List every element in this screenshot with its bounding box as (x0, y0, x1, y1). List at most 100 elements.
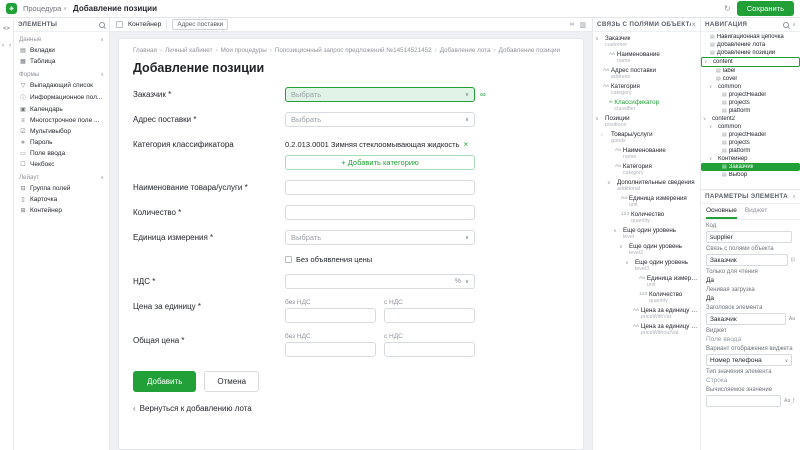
tree-chevron-icon[interactable] (631, 291, 637, 292)
remove-category-icon[interactable]: × (463, 140, 468, 149)
tree-chevron-icon[interactable] (595, 83, 601, 84)
nav-tree-row[interactable]: Навигационная цепочка (701, 33, 800, 41)
tree-chevron-icon[interactable] (607, 163, 613, 164)
tree-chevron-icon[interactable] (595, 67, 601, 68)
no-price-checkbox[interactable] (285, 256, 292, 263)
unit-select[interactable]: Выбрать ∨ (285, 230, 475, 245)
element-palette-item[interactable]: Лейаут (14, 170, 109, 183)
cancel-button[interactable]: Отмена (204, 371, 259, 392)
app-switcher[interactable]: Процедура ∨ (23, 4, 67, 13)
tree-chevron-icon[interactable] (625, 323, 631, 324)
tree-row[interactable]: Количество quantity (593, 289, 700, 305)
tree-chevron-icon[interactable] (625, 259, 631, 266)
param-control[interactable] (706, 395, 781, 407)
param-trailing-icons[interactable]: Аа (789, 316, 795, 322)
param-control[interactable]: Номер телефона (706, 354, 792, 366)
tree-row[interactable]: Еще один уровень level3 (593, 257, 700, 273)
unit-price-vat-input[interactable] (384, 308, 475, 323)
param-trailing-icons[interactable]: Ааƒ (784, 398, 795, 404)
element-palette-item[interactable]: Формы (14, 67, 109, 80)
nav-tree-row[interactable]: projects (701, 99, 800, 107)
nav-tree-row[interactable]: cover (701, 75, 800, 83)
element-palette-item[interactable]: Чекбокс (14, 159, 109, 170)
tab-basic[interactable]: Основные (706, 207, 737, 219)
tree-chevron-icon[interactable] (601, 99, 607, 100)
collapse-panel-icon[interactable]: ‹ › (1, 42, 12, 49)
quantity-input[interactable] (285, 205, 475, 220)
close-icon[interactable]: × (691, 20, 696, 29)
app-logo-icon[interactable]: ◈ (6, 3, 17, 14)
tree-chevron-icon[interactable] (607, 147, 613, 148)
tree-row[interactable]: Классификатор classifier (593, 97, 700, 113)
breadcrumb-item[interactable]: Добавление лота (432, 47, 491, 54)
unit-price-novat-input[interactable] (285, 308, 376, 323)
tree-chevron-icon[interactable] (709, 156, 714, 162)
tree-chevron-icon[interactable] (613, 195, 619, 196)
name-input[interactable] (285, 180, 475, 195)
tree-row[interactable]: Еще один уровень level2 (593, 241, 700, 257)
element-palette-item[interactable]: Поле ввода (14, 148, 109, 159)
nav-tree-row[interactable]: platform (701, 107, 800, 115)
add-category-button[interactable]: + Добавить категорию (285, 155, 475, 170)
param-control[interactable]: Заказчик (706, 254, 788, 266)
collapse-icon[interactable]: ∧ (792, 22, 796, 28)
element-palette-item[interactable]: Пароль (14, 137, 109, 148)
total-price-novat-input[interactable] (285, 342, 376, 357)
tree-chevron-icon[interactable] (595, 35, 601, 42)
tree-row[interactable]: Единица измерения unit (593, 193, 700, 209)
nav-tree-row[interactable]: platform (701, 147, 800, 155)
collapse-icon[interactable]: ∧ (792, 194, 796, 200)
tree-chevron-icon[interactable] (709, 84, 714, 90)
nav-tree-row[interactable]: Заказчик (701, 163, 800, 171)
tree-row[interactable]: Количество quantity (593, 209, 700, 225)
nav-tree-row[interactable]: projectHeader (701, 131, 800, 139)
total-price-vat-input[interactable] (384, 342, 475, 357)
tree-row[interactable]: Цена за единицу с НДС priceWithVat (593, 305, 700, 321)
element-palette-item[interactable]: Информационное пол... (14, 91, 109, 104)
breadcrumb-item[interactable]: Мои процедуры (212, 47, 266, 54)
field-link-icon[interactable]: ∞ (480, 90, 486, 99)
link-icon[interactable]: ∞ (569, 21, 574, 29)
element-palette-item[interactable]: Данные (14, 32, 109, 45)
breadcrumb-item[interactable]: Добавление позиции (491, 47, 560, 54)
tree-row[interactable]: Цена за единицу без НДС priceWithoutVat (593, 321, 700, 337)
nav-tree-row[interactable]: projects (701, 139, 800, 147)
element-palette-item[interactable]: Выпадающий список (14, 80, 109, 91)
tree-chevron-icon[interactable] (613, 211, 619, 212)
tree-chevron-icon[interactable] (601, 131, 607, 138)
nav-tree-row[interactable]: content2 (701, 115, 800, 123)
tab-widget[interactable]: Виджет (745, 207, 767, 219)
nav-tree-row[interactable]: label (701, 67, 800, 75)
element-palette-item[interactable]: Группа полей (14, 183, 109, 194)
tree-row[interactable]: Товары/услуги goods (593, 129, 700, 145)
tree-row[interactable]: Адрес поставки address (593, 65, 700, 81)
element-palette-item[interactable]: Контейнер (14, 205, 109, 216)
vat-select[interactable]: % ∨ (285, 274, 475, 289)
nav-tree-row[interactable]: Добавление лота (701, 41, 800, 49)
select-checkbox[interactable] (116, 21, 123, 28)
tree-row[interactable]: Категория category (593, 161, 700, 177)
code-icon[interactable]: <> (3, 25, 10, 32)
tree-chevron-icon[interactable] (703, 116, 708, 122)
tree-chevron-icon[interactable] (613, 227, 619, 234)
panel-toggle-icon[interactable]: ▥ (579, 21, 586, 29)
element-palette-item[interactable]: Вкладки (14, 45, 109, 56)
back-to-lot-link[interactable]: ‹ Вернуться к добавлению лота (133, 404, 569, 413)
tree-row[interactable]: Категория category (593, 81, 700, 97)
param-control[interactable]: Да (706, 295, 792, 302)
element-palette-item[interactable]: Календарь (14, 104, 109, 115)
tree-chevron-icon[interactable] (601, 51, 607, 52)
element-palette-item[interactable]: Карточка (14, 194, 109, 205)
tree-chevron-icon[interactable] (625, 307, 631, 308)
nav-tree-row[interactable]: projectHeader (701, 91, 800, 99)
customer-select[interactable]: Выбрать ∨ (285, 87, 475, 102)
breadcrumb-item[interactable]: Попозиционный запрос предложений №145145… (267, 47, 432, 54)
tree-chevron-icon[interactable] (704, 59, 709, 65)
tree-row[interactable]: Наименование name (593, 49, 700, 65)
breadcrumb-item[interactable]: Главная (133, 47, 157, 54)
element-palette-item[interactable]: Таблица (14, 56, 109, 67)
param-control[interactable]: Заказчик (706, 313, 786, 325)
tree-row[interactable]: Единица измерения unit (593, 273, 700, 289)
element-palette-item[interactable]: Мультивыбор (14, 126, 109, 137)
search-icon[interactable] (783, 22, 789, 28)
